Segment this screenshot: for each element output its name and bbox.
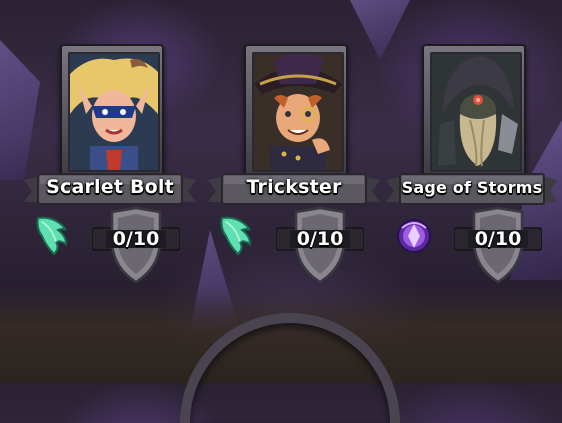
hooded-bearded-sage-portrait[interactable] xyxy=(430,52,522,172)
portrait-frame xyxy=(60,44,164,176)
hero-card-scarlet-bolt[interactable]: Scarlet Bolt 0/10 xyxy=(20,44,200,284)
portrait-art xyxy=(70,54,158,170)
progress-count: 0/10 xyxy=(474,228,522,250)
hero-card-trickster[interactable]: Trickster 0/10 xyxy=(204,44,384,284)
progress-count: 0/10 xyxy=(112,228,160,250)
green-wing-icon xyxy=(32,214,72,256)
progress-shield: 0/10 xyxy=(92,206,180,284)
portrait-frame xyxy=(244,44,348,176)
hero-name: Trickster xyxy=(246,176,342,198)
purple-magic-orb-icon xyxy=(394,214,434,256)
blonde-masked-hero-portrait[interactable] xyxy=(68,52,160,172)
hero-card-sage-of-storms[interactable]: Sage of Storms 0/10 xyxy=(382,44,562,284)
name-banner: Sage of Storms xyxy=(386,172,558,206)
progress-count: 0/10 xyxy=(296,228,344,250)
portrait-art xyxy=(254,54,342,170)
progress-shield: 0/10 xyxy=(454,206,542,284)
name-banner: Scarlet Bolt xyxy=(24,172,196,206)
green-wing-icon xyxy=(216,214,256,256)
hero-name: Sage of Storms xyxy=(401,178,543,197)
portrait-art xyxy=(432,54,520,170)
hero-selection-scene: Scarlet Bolt 0/10 Trickster 0/10 Sage of… xyxy=(0,0,562,423)
portrait-frame xyxy=(422,44,526,176)
pirate-monocle-hero-portrait[interactable] xyxy=(252,52,344,172)
name-banner: Trickster xyxy=(208,172,380,206)
hero-name: Scarlet Bolt xyxy=(46,176,174,198)
progress-shield: 0/10 xyxy=(276,206,364,284)
